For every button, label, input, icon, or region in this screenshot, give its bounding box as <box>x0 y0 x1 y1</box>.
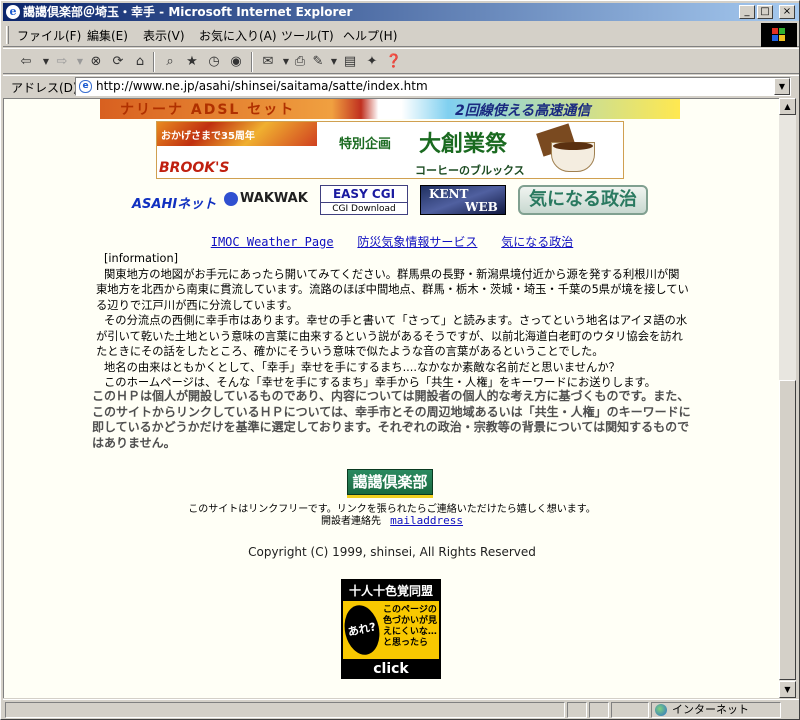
easy-cgi-subtitle: CGI Download <box>321 202 407 215</box>
status-cell <box>589 702 609 718</box>
address-url: http://www.ne.jp/asahi/shinsei/saitama/s… <box>96 79 428 93</box>
info-heading: [information] <box>104 252 179 265</box>
kininaru-seiji-banner[interactable]: 気になる政治 <box>518 185 648 215</box>
scroll-thumb[interactable] <box>779 380 796 680</box>
toolbar: ⇦ ▼ ⇨ ▼ ⊗ ⟳ ⌂ ⌕ ★ ◷ ◉ ✉ ▼ ⎙ ✎ ▼ ▤ ✦ ❓ <box>3 48 799 74</box>
address-dropdown-icon[interactable]: ▼ <box>774 78 790 95</box>
easy-cgi-title: EASY CGI <box>332 187 396 201</box>
mail-icon[interactable]: ✉ <box>259 53 277 71</box>
asahi-net-banner[interactable]: ASAHIネット <box>132 193 216 212</box>
window-title: 譪譪倶楽部＠埼玉・幸手 - Microsoft Internet Explore… <box>23 5 353 19</box>
menu-edit[interactable]: 編集(E) <box>87 27 128 44</box>
brooks-special: 特別企画 <box>339 137 392 152</box>
refresh-icon[interactable]: ⟳ <box>109 53 127 71</box>
page-icon: e <box>79 80 92 93</box>
brooks-logo: BROOK'S <box>159 160 230 176</box>
disclaimer-notice: このＨＰは個人が開設しているものであり、内容については開設者の個人的な考え方に基… <box>92 389 691 450</box>
home-icon[interactable]: ⌂ <box>131 53 149 71</box>
web-label: WEB <box>465 200 498 214</box>
address-input[interactable]: e http://www.ne.jp/asahi/shinsei/saitama… <box>75 77 791 96</box>
status-cell <box>567 702 587 718</box>
vertical-scrollbar[interactable]: ▲ ▼ <box>779 98 796 698</box>
info-paragraph: 関東地方の地図がお手元にあったら開いてみてください。群馬県の長野・新潟県境付近か… <box>96 267 689 312</box>
easy-cgi-banner[interactable]: EASY CGI CGI Download <box>320 185 408 215</box>
menu-grip <box>6 26 9 44</box>
browser-window: e 譪譪倶楽部＠埼玉・幸手 - Microsoft Internet Explo… <box>0 0 800 720</box>
information-section: [information] 関東地方の地図がお手元にあったら開いてみてください。… <box>96 251 690 391</box>
menu-file[interactable]: ファイル(F) <box>17 27 81 44</box>
stop-icon[interactable]: ⊗ <box>87 53 105 71</box>
brooks-tagline: コーヒーのブルックス <box>415 164 525 177</box>
globe-icon <box>655 704 667 716</box>
kent-label: KENT <box>429 187 469 201</box>
link-banners: ASAHIネット WAKWAK EASY CGI CGI Download KE… <box>132 185 652 217</box>
print-icon[interactable]: ⎙ <box>291 53 309 71</box>
scroll-down-icon[interactable]: ▼ <box>779 681 796 698</box>
menu-tools[interactable]: ツール(T) <box>281 27 334 44</box>
history-icon[interactable]: ◷ <box>205 53 223 71</box>
badge-heading: 十人十色覚同盟 <box>343 581 439 601</box>
contact-line: 開設者連絡先 mailaddress <box>4 512 780 527</box>
back-icon[interactable]: ⇦ <box>17 53 35 71</box>
wakwak-label: WAKWAK <box>240 191 308 206</box>
scroll-up-icon[interactable]: ▲ <box>779 98 796 115</box>
favorites-icon[interactable]: ★ <box>183 53 201 71</box>
wakwak-logo-icon <box>224 191 238 206</box>
research-icon[interactable]: ❓ <box>385 53 403 71</box>
color-accessibility-badge[interactable]: 十人十色覚同盟 あれ? このページの色づかいが見えにくいな…と思ったら clic… <box>341 579 441 679</box>
brooks-anniversary: おかげさまで35周年 <box>161 131 255 142</box>
club-logo: 譪譪倶楽部 <box>347 469 433 498</box>
title-bar: e 譪譪倶楽部＠埼玉・幸手 - Microsoft Internet Explo… <box>3 3 799 21</box>
badge-bubble: あれ? <box>343 602 384 658</box>
status-text-cell <box>5 702 565 718</box>
media-icon[interactable]: ◉ <box>227 53 245 71</box>
page-viewport: ナリーナ ADSL セット 2回線使える高速通信 おかげさまで35周年 特別企画… <box>3 98 783 698</box>
close-button[interactable]: × <box>779 5 795 19</box>
mail-link[interactable]: mailaddress <box>390 514 463 527</box>
info-paragraph: 地名の由来はともかくとして、「幸手」幸せを手にするまち....なかなか素敵な名前… <box>104 360 620 374</box>
weather-info-link[interactable]: 防災気象情報サービス <box>357 235 477 249</box>
discuss-icon[interactable]: ▤ <box>341 53 359 71</box>
adsl-banner[interactable]: ナリーナ ADSL セット 2回線使える高速通信 <box>100 99 680 119</box>
adsl-banner-left: ナリーナ ADSL セット <box>120 102 296 118</box>
menu-help[interactable]: ヘルプ(H) <box>343 27 397 44</box>
kininaru-seiji-link[interactable]: 気になる政治 <box>501 235 573 249</box>
adsl-banner-right: 2回線使える高速通信 <box>455 103 591 119</box>
wakwak-banner[interactable]: WAKWAK <box>224 191 308 209</box>
brooks-headline: 大創業祭 <box>419 132 508 157</box>
brooks-banner[interactable]: おかげさまで35周年 特別企画 大創業祭 BROOK'S コーヒーのブルックス <box>156 121 624 179</box>
menu-bar: ファイル(F) 編集(E) 表示(V) お気に入り(A) ツール(T) ヘルプ(… <box>3 23 799 47</box>
coffee-cup-image <box>536 123 617 176</box>
badge-text: このページの色づかいが見えにくいな…と思ったら <box>383 605 438 648</box>
menu-favorites[interactable]: お気に入り(A) <box>199 27 277 44</box>
copyright: Copyright (C) 1999, shinsei, All Rights … <box>248 545 536 559</box>
kent-web-banner[interactable]: KENT WEB <box>420 185 506 215</box>
address-bar: アドレス(D) e http://www.ne.jp/asahi/shinsei… <box>3 75 799 97</box>
status-cell <box>611 702 649 718</box>
status-bar: インターネット <box>3 699 799 719</box>
forward-icon[interactable]: ⇨ <box>53 53 71 71</box>
ie-icon: e <box>6 5 20 19</box>
security-zone: インターネット <box>651 702 781 718</box>
imoc-weather-link[interactable]: IMOC Weather Page <box>211 235 334 249</box>
messenger-icon[interactable]: ✦ <box>363 53 381 71</box>
maximize-button[interactable]: □ <box>757 5 773 19</box>
window-controls: _ □ × <box>739 5 795 19</box>
windows-logo <box>761 23 797 47</box>
search-icon[interactable]: ⌕ <box>161 53 179 71</box>
badge-click: click <box>343 659 439 677</box>
nav-links: IMOC Weather Page 防災気象情報サービス 気になる政治 <box>4 233 780 250</box>
zone-label: インターネット <box>672 703 749 716</box>
info-paragraph: その分流点の西側に幸手市はあります。幸せの手と書いて「さって」と読みます。さって… <box>96 314 688 358</box>
contact-label: 開設者連絡先 <box>320 516 381 527</box>
address-label: アドレス(D) <box>11 81 78 95</box>
menu-view[interactable]: 表示(V) <box>143 27 185 44</box>
minimize-button[interactable]: _ <box>739 5 755 19</box>
